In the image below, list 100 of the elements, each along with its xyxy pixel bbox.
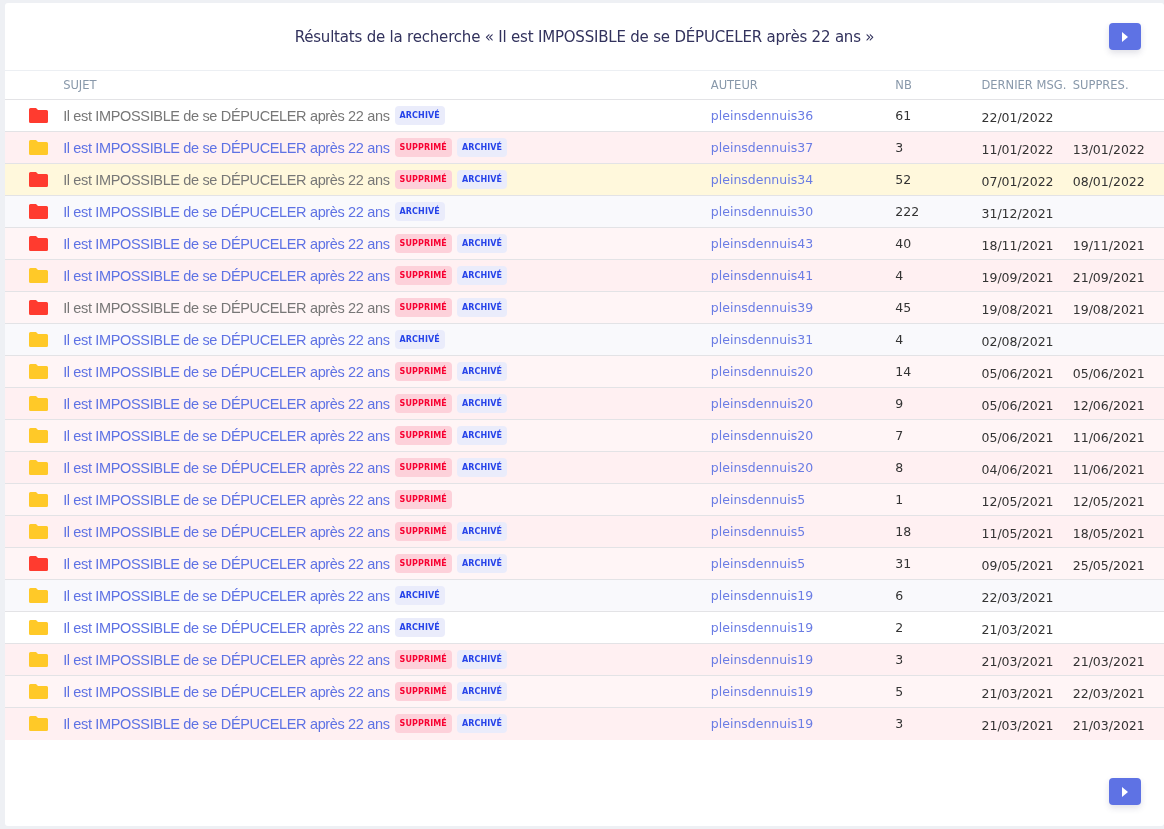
author-link[interactable]: pleinsdennuis20 (710, 460, 814, 475)
topic-link[interactable]: Il est IMPOSSIBLE de se DÉPUCELER après 22 ans (63, 107, 390, 124)
deleted-badge: SUPPRIMÉ (394, 298, 452, 317)
author-link[interactable]: pleinsdennuis37 (710, 140, 814, 155)
topic-link[interactable]: Il est IMPOSSIBLE de se DÉPUCELER après 22 ans (63, 299, 390, 316)
archived-badge: ARCHIVÉ (456, 458, 508, 477)
archived-badge: ARCHIVÉ (456, 522, 508, 541)
message-count: 18 (895, 524, 912, 539)
message-count: 7 (895, 428, 904, 443)
deletion-date: 19/08/2021 (1072, 302, 1145, 317)
message-count: 61 (895, 108, 912, 123)
message-count: 222 (895, 204, 920, 219)
deletion-date: 21/09/2021 (1072, 270, 1145, 285)
deletion-date: 05/06/2021 (1072, 366, 1145, 381)
deletion-date: 08/01/2022 (1072, 174, 1145, 189)
message-count: 3 (895, 716, 904, 732)
deletion-date: 11/06/2021 (1072, 462, 1145, 477)
deletion-date: 11/06/2021 (1072, 430, 1145, 445)
deletion-date: 25/05/2021 (1072, 558, 1145, 573)
deleted-badge: SUPPRIMÉ (394, 138, 452, 157)
author-link[interactable]: pleinsdennuis30 (710, 204, 814, 219)
archived-badge: ARCHIVÉ (456, 394, 508, 413)
topic-link[interactable]: Il est IMPOSSIBLE de se DÉPUCELER après 22 ans (63, 715, 390, 732)
message-count: 1 (895, 492, 904, 507)
deletion-date: 12/05/2021 (1072, 494, 1145, 509)
deleted-badge: SUPPRIMÉ (394, 714, 452, 734)
topic-link[interactable]: Il est IMPOSSIBLE de se DÉPUCELER après 22 ans (63, 171, 390, 188)
message-count: 3 (895, 652, 904, 667)
author-link[interactable]: pleinsdennuis34 (710, 172, 814, 187)
author-link[interactable]: pleinsdennuis19 (710, 652, 814, 667)
deleted-badge: SUPPRIMÉ (394, 266, 452, 285)
deleted-badge: SUPPRIMÉ (394, 490, 452, 509)
deleted-badge: SUPPRIMÉ (394, 522, 452, 541)
last-message-date: 21/03/2021 (981, 718, 1054, 734)
archived-badge: ARCHIVÉ (456, 234, 508, 253)
topic-link[interactable]: Il est IMPOSSIBLE de se DÉPUCELER après 22 ans (63, 587, 390, 604)
topic-link[interactable]: Il est IMPOSSIBLE de se DÉPUCELER après 22 ans (63, 683, 390, 700)
deletion-date: 12/06/2021 (1072, 398, 1145, 413)
author-link[interactable]: pleinsdennuis43 (710, 236, 814, 251)
archived-badge: ARCHIVÉ (456, 650, 508, 669)
author-link[interactable]: pleinsdennuis5 (710, 492, 806, 507)
topic-link[interactable]: Il est IMPOSSIBLE de se DÉPUCELER après 22 ans (63, 331, 390, 348)
archived-badge: ARCHIVÉ (394, 330, 445, 349)
topic-link[interactable]: Il est IMPOSSIBLE de se DÉPUCELER après 22 ans (63, 651, 390, 668)
topic-link[interactable]: Il est IMPOSSIBLE de se DÉPUCELER après 22 ans (63, 427, 390, 444)
message-count: 9 (895, 396, 904, 411)
topic-link[interactable]: Il est IMPOSSIBLE de se DÉPUCELER après 22 ans (63, 203, 390, 220)
topic-link[interactable]: Il est IMPOSSIBLE de se DÉPUCELER après 22 ans (63, 139, 390, 156)
column-header: AUTEUR (710, 78, 758, 92)
last-message-date: 22/01/2022 (981, 110, 1054, 125)
topic-link[interactable]: Il est IMPOSSIBLE de se DÉPUCELER après 22 ans (63, 267, 390, 284)
archived-badge: ARCHIVÉ (394, 586, 445, 605)
last-message-date: 21/03/2021 (981, 622, 1054, 637)
author-link[interactable]: pleinsdennuis19 (710, 684, 814, 699)
deleted-badge: SUPPRIMÉ (394, 554, 452, 573)
topic-link[interactable]: Il est IMPOSSIBLE de se DÉPUCELER après 22 ans (63, 555, 390, 572)
next-page-button[interactable] (1109, 23, 1141, 50)
author-link[interactable]: pleinsdennuis5 (710, 524, 806, 539)
topic-link[interactable]: Il est IMPOSSIBLE de se DÉPUCELER après 22 ans (63, 523, 390, 540)
topic-link[interactable]: Il est IMPOSSIBLE de se DÉPUCELER après 22 ans (63, 235, 390, 252)
last-message-date: 09/05/2021 (981, 558, 1054, 573)
play-icon (1121, 31, 1129, 42)
archived-badge: ARCHIVÉ (456, 138, 508, 157)
deleted-badge: SUPPRIMÉ (394, 362, 452, 381)
deletion-date: 13/01/2022 (1072, 142, 1145, 157)
page-title: Résultats de la recherche « Il est IMPOSSIBLE de se DÉPUCELER après 22 ans » (294, 27, 875, 46)
topic-link[interactable]: Il est IMPOSSIBLE de se DÉPUCELER après 22 ans (63, 491, 390, 508)
next-page-button[interactable] (1109, 778, 1141, 805)
last-message-date: 22/03/2021 (981, 590, 1054, 605)
topic-link[interactable]: Il est IMPOSSIBLE de se DÉPUCELER après 22 ans (63, 619, 390, 636)
message-count: 6 (895, 588, 904, 603)
author-link[interactable]: pleinsdennuis19 (710, 620, 814, 635)
last-message-date: 05/06/2021 (981, 366, 1054, 381)
topic-link[interactable]: Il est IMPOSSIBLE de se DÉPUCELER après 22 ans (63, 395, 390, 412)
message-count: 52 (895, 172, 912, 187)
author-link[interactable]: pleinsdennuis20 (710, 364, 814, 379)
author-link[interactable]: pleinsdennuis20 (710, 396, 814, 411)
column-header: SUJET (63, 78, 97, 92)
column-header: DERNIER MSG. (981, 78, 1067, 92)
author-link[interactable]: pleinsdennuis39 (710, 300, 814, 315)
author-link[interactable]: pleinsdennuis19 (710, 588, 814, 603)
archived-badge: ARCHIVÉ (394, 618, 445, 637)
author-link[interactable]: pleinsdennuis41 (710, 268, 814, 283)
archived-badge: ARCHIVÉ (456, 170, 508, 189)
author-link[interactable]: pleinsdennuis31 (710, 332, 814, 347)
topic-link[interactable]: Il est IMPOSSIBLE de se DÉPUCELER après 22 ans (63, 459, 390, 476)
deletion-date: 18/05/2021 (1072, 526, 1145, 541)
topic-link[interactable]: Il est IMPOSSIBLE de se DÉPUCELER après 22 ans (63, 363, 390, 380)
author-link[interactable]: pleinsdennuis20 (710, 428, 814, 443)
message-count: 45 (895, 300, 912, 315)
author-link[interactable]: pleinsdennuis36 (710, 108, 814, 123)
deletion-date: 21/03/2021 (1072, 654, 1145, 669)
deleted-badge: SUPPRIMÉ (394, 426, 452, 445)
author-link[interactable]: pleinsdennuis5 (710, 556, 806, 571)
last-message-date: 04/06/2021 (981, 462, 1054, 477)
author-link[interactable]: pleinsdennuis19 (710, 716, 814, 732)
last-message-date: 19/08/2021 (981, 302, 1054, 317)
deleted-badge: SUPPRIMÉ (394, 650, 452, 669)
last-message-date: 11/05/2021 (981, 526, 1054, 541)
message-count: 2 (895, 620, 904, 635)
